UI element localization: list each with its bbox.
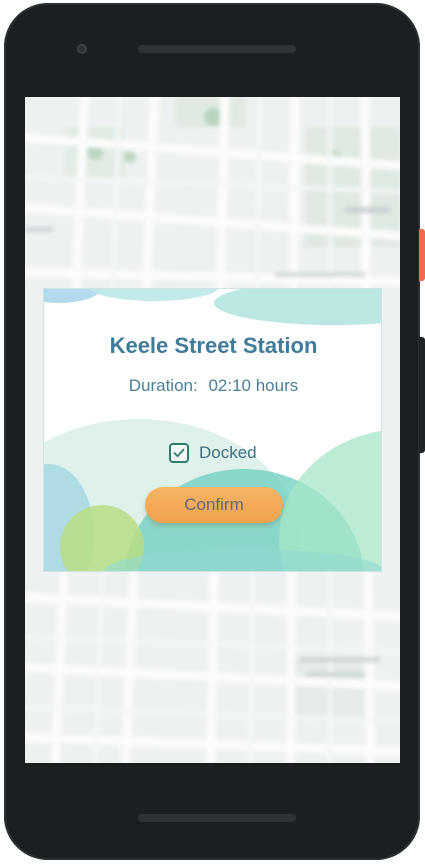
docked-checkbox-row[interactable]: Docked [169, 442, 257, 464]
duration-text: Duration: 02:10 hours [44, 376, 381, 396]
bottom-speaker [138, 814, 296, 822]
duration-label: Duration: [128, 376, 198, 395]
docked-checkbox[interactable] [169, 443, 189, 463]
docking-dialog: Keele Street Station Duration: 02:10 hou… [43, 288, 382, 572]
confirm-button[interactable]: Confirm [145, 487, 283, 523]
front-camera [77, 44, 87, 54]
check-icon [173, 448, 185, 458]
screen: Keele Street Station Duration: 02:10 hou… [25, 97, 400, 763]
power-button [419, 229, 425, 281]
top-speaker [138, 45, 296, 53]
docked-label: Docked [199, 443, 257, 462]
station-title: Keele Street Station [109, 333, 318, 358]
volume-button [419, 337, 425, 453]
dialog-decoration [44, 289, 381, 571]
duration-value: 02:10 hours [208, 376, 299, 395]
